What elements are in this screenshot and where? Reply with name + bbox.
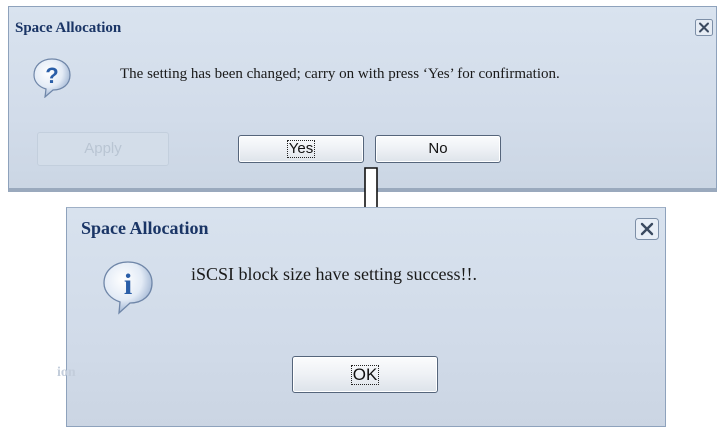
yes-button[interactable]: Yes — [238, 135, 364, 163]
ok-button[interactable]: OK — [292, 356, 438, 393]
result-dialog: Space Allocation i iSCSI block size have… — [57, 207, 666, 427]
close-icon[interactable] — [695, 19, 713, 36]
ok-button-label: OK — [350, 365, 380, 385]
confirm-dialog: Space Allocation ? The setting has been … — [8, 6, 717, 192]
yes-button-label: Yes — [286, 140, 316, 158]
info-icon: i — [101, 259, 155, 315]
apply-button-background: Apply — [37, 132, 169, 166]
close-icon[interactable] — [635, 218, 659, 240]
result-message: iSCSI block size have setting success!!. — [191, 264, 477, 284]
question-icon: ? — [31, 56, 73, 99]
screenshot-stage: Space Allocation ? The setting has been … — [0, 0, 717, 427]
dialog-title: Space Allocation — [15, 20, 122, 36]
no-button[interactable]: No — [375, 135, 501, 163]
svg-text:?: ? — [45, 63, 58, 88]
dialog-title: Space Allocation — [81, 218, 209, 238]
confirm-message: The setting has been changed; carry on w… — [120, 66, 560, 82]
background-label: ion — [57, 365, 76, 380]
svg-text:i: i — [124, 268, 132, 301]
